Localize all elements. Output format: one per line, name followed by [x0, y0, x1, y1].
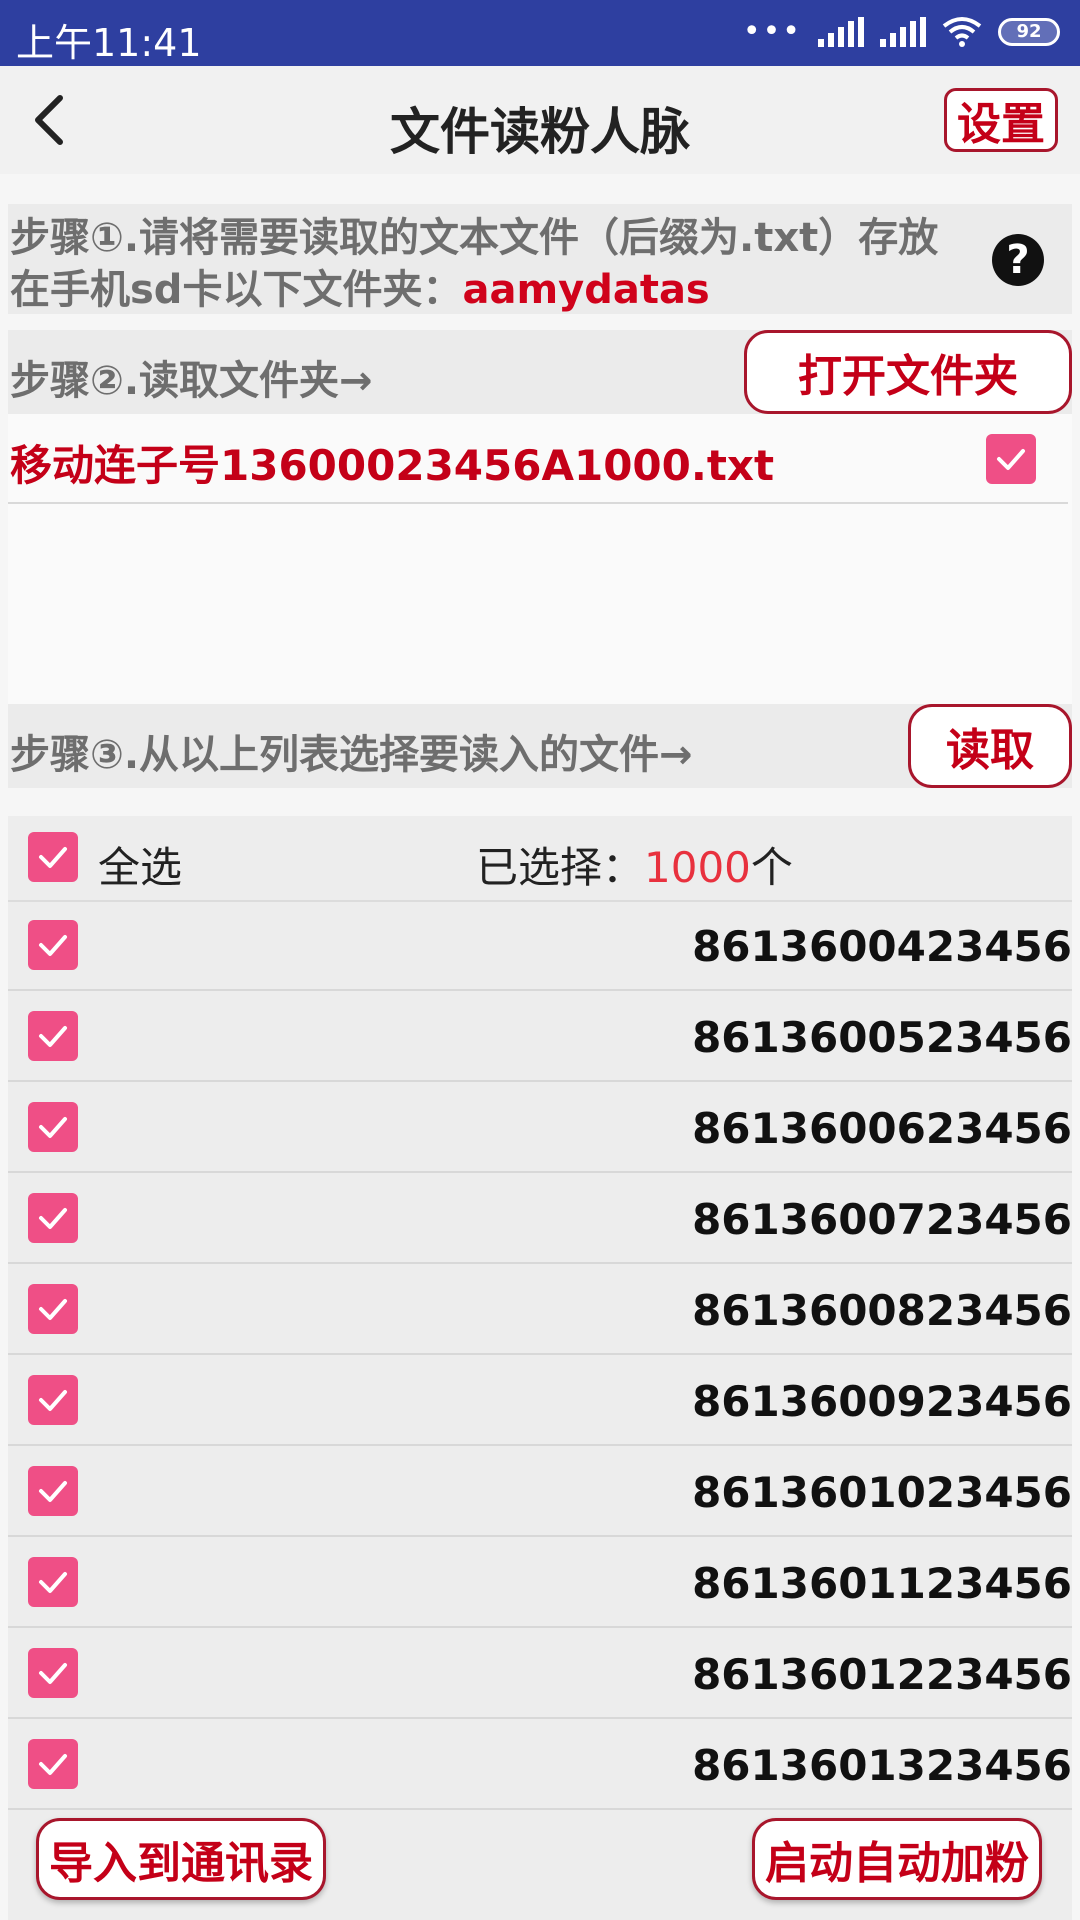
numbers-panel: 全选 已选择：1000个 8613600423456 8613600523456 8… — [8, 816, 1072, 1920]
number-checkbox[interactable] — [28, 1375, 78, 1425]
file-checkbox[interactable] — [986, 434, 1036, 484]
phone-number: 8613600423456 — [692, 922, 1072, 971]
phone-number: 8613601323456 — [692, 1741, 1072, 1790]
check-icon — [39, 1481, 67, 1502]
status-bar: 上午11:41 ••• 92 — [0, 0, 1080, 66]
step3-row: 步骤③.从以上列表选择要读入的文件→ 读取 — [8, 704, 1072, 788]
number-row[interactable]: 8613600523456 — [8, 993, 1072, 1082]
check-icon — [39, 1390, 67, 1411]
folder-name: aamydatas — [462, 267, 710, 313]
number-checkbox[interactable] — [28, 1193, 78, 1243]
battery-level: 92 — [1016, 21, 1042, 42]
read-button[interactable]: 读取 — [908, 704, 1072, 788]
status-time: 上午11:41 — [16, 21, 202, 65]
check-icon — [39, 847, 67, 868]
select-all-checkbox[interactable] — [28, 832, 78, 882]
step1-row: 步骤①.请将需要读取的文本文件（后缀为.txt）存放在手机sd卡以下文件夹：aa… — [8, 204, 1072, 314]
check-icon — [39, 1208, 67, 1229]
number-checkbox[interactable] — [28, 1739, 78, 1789]
help-icon[interactable]: ? — [992, 234, 1044, 286]
file-name: 移动连子号13600023456A1000.txt — [10, 441, 775, 490]
number-checkbox[interactable] — [28, 1102, 78, 1152]
more-dots-icon: ••• — [742, 14, 802, 49]
phone-number: 8613601123456 — [692, 1559, 1072, 1608]
settings-button[interactable]: 设置 — [944, 88, 1058, 152]
check-icon — [39, 1117, 67, 1138]
selected-count: 已选择：1000个 — [476, 834, 793, 895]
phone-number: 8613601223456 — [692, 1650, 1072, 1699]
number-row[interactable]: 8613601223456 — [8, 1630, 1072, 1719]
number-checkbox[interactable] — [28, 1011, 78, 1061]
check-icon — [39, 935, 67, 956]
number-row[interactable]: 8613600923456 — [8, 1357, 1072, 1446]
step1-text: 步骤①.请将需要读取的文本文件（后缀为.txt）存放在手机sd卡以下文件夹：aa… — [10, 212, 960, 316]
file-item[interactable]: 移动连子号13600023456A1000.txt — [8, 414, 1068, 504]
page-title: 文件读粉人脉 — [390, 103, 690, 161]
import-contacts-button[interactable]: 导入到通讯录 — [36, 1818, 326, 1900]
number-checkbox[interactable] — [28, 1648, 78, 1698]
phone-number: 8613600723456 — [692, 1195, 1072, 1244]
number-row[interactable]: 8613600823456 — [8, 1266, 1072, 1355]
number-row[interactable]: 8613601123456 — [8, 1539, 1072, 1628]
selected-suffix: 个 — [750, 843, 793, 892]
phone-number: 8613600523456 — [692, 1013, 1072, 1062]
step3-text: 步骤③.从以上列表选择要读入的文件→ — [10, 732, 693, 778]
number-checkbox[interactable] — [28, 920, 78, 970]
signal-icon — [818, 16, 864, 47]
step2-text: 步骤②.读取文件夹→ — [10, 358, 373, 404]
status-icons: ••• 92 — [743, 14, 1060, 49]
file-list: 移动连子号13600023456A1000.txt — [8, 414, 1072, 704]
phone-number: 8613600823456 — [692, 1286, 1072, 1335]
number-row[interactable]: 8613601323456 — [8, 1721, 1072, 1810]
check-icon — [39, 1754, 67, 1775]
number-row[interactable]: 8613600623456 — [8, 1084, 1072, 1173]
check-icon — [39, 1299, 67, 1320]
check-icon — [39, 1663, 67, 1684]
number-row[interactable]: 8613601023456 — [8, 1448, 1072, 1537]
check-icon — [997, 449, 1025, 470]
phone-number: 8613600923456 — [692, 1377, 1072, 1426]
number-checkbox[interactable] — [28, 1284, 78, 1334]
auto-add-button[interactable]: 启动自动加粉 — [752, 1818, 1042, 1900]
phone-number: 8613600623456 — [692, 1104, 1072, 1153]
open-folder-button[interactable]: 打开文件夹 — [744, 330, 1072, 414]
check-icon — [39, 1572, 67, 1593]
battery-icon: 92 — [998, 17, 1060, 46]
step2-row: 步骤②.读取文件夹→ 打开文件夹 — [8, 330, 1072, 414]
number-checkbox[interactable] — [28, 1557, 78, 1607]
wifi-icon — [942, 16, 982, 47]
top-bar: 文件读粉人脉 设置 — [0, 66, 1080, 174]
select-all-label: 全选 — [98, 843, 183, 892]
number-row[interactable]: 8613600423456 — [8, 902, 1072, 991]
selected-prefix: 已选择： — [476, 843, 645, 892]
number-row[interactable]: 8613600723456 — [8, 1175, 1072, 1264]
phone-number: 8613601023456 — [692, 1468, 1072, 1517]
number-checkbox[interactable] — [28, 1466, 78, 1516]
select-all-row: 全选 已选择：1000个 — [8, 816, 1072, 902]
signal-icon-2 — [880, 16, 926, 47]
check-icon — [39, 1026, 67, 1047]
selected-number: 1000 — [644, 843, 751, 892]
